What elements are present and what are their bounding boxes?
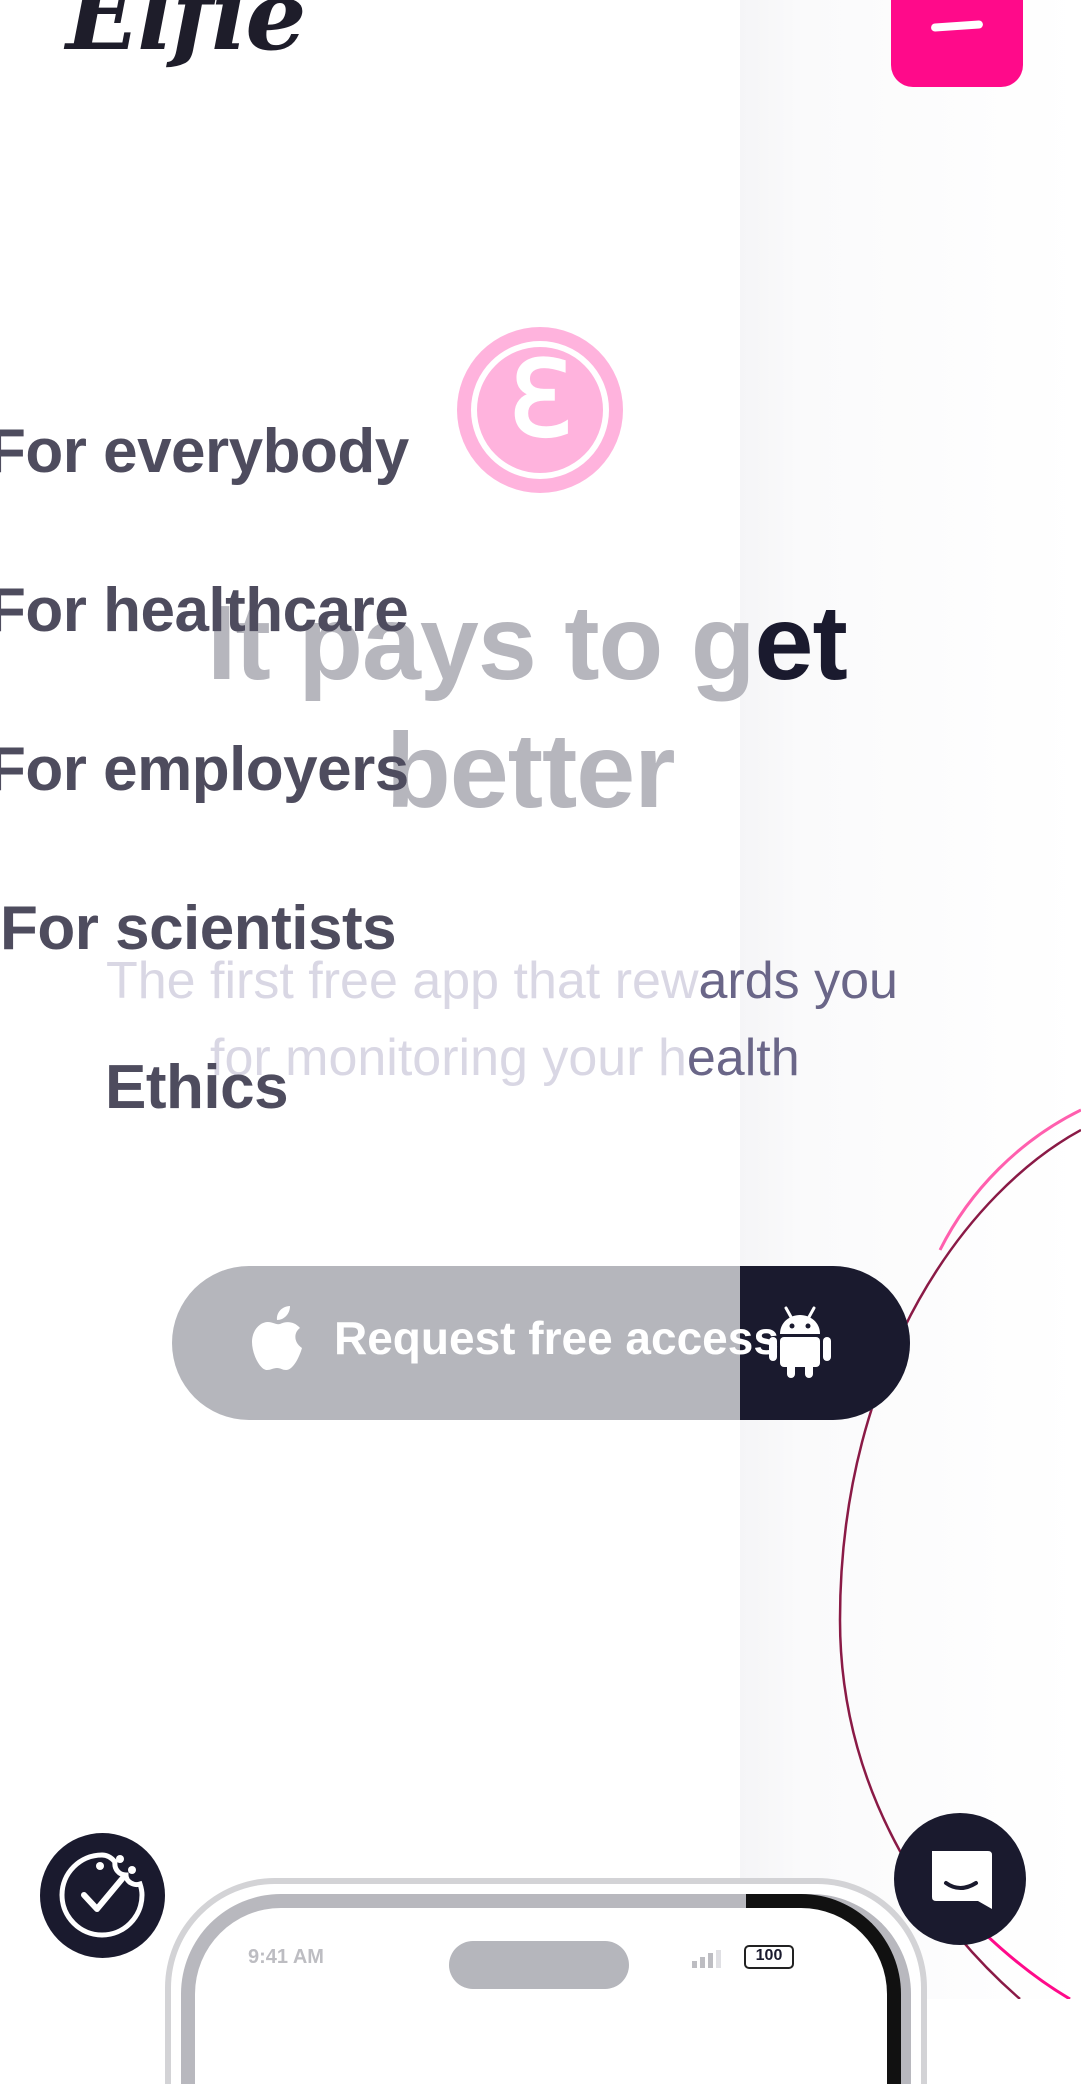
battery-level: 100 xyxy=(755,1947,783,1964)
cookie-check-icon xyxy=(59,1852,145,1938)
hero-title-line-2: better xyxy=(386,718,676,824)
apple-icon xyxy=(252,1306,302,1370)
phone-dynamic-island xyxy=(449,1941,629,1989)
hero-subtitle-line-2-dark: ealth xyxy=(686,1029,800,1087)
elfie-logo[interactable]: Elfie xyxy=(66,0,306,64)
elfie-coin-icon: ℇ xyxy=(457,327,623,493)
menu-bar-icon xyxy=(930,20,984,32)
chat-button[interactable] xyxy=(894,1813,1026,1945)
chat-icon xyxy=(932,1851,992,1909)
battery-icon: 100 xyxy=(744,1945,794,1969)
request-free-access-button[interactable]: Request free access xyxy=(172,1266,910,1420)
menu-item-for-everybody[interactable]: For everybody xyxy=(0,421,409,483)
cookie-settings-button[interactable] xyxy=(40,1833,165,1958)
menu-item-for-employers[interactable]: For employers xyxy=(0,739,409,801)
menu-item-ethics[interactable]: Ethics xyxy=(105,1057,289,1119)
menu-close-button[interactable] xyxy=(891,0,1023,87)
coin-symbol: ℇ xyxy=(508,337,572,460)
menu-item-for-healthcare[interactable]: For healthcare xyxy=(0,580,409,642)
hero-title-line-1-dark: et xyxy=(754,584,848,702)
hero-title-line-2-dim: better xyxy=(386,712,676,830)
phone-status-time: 9:41 AM xyxy=(248,1946,324,1968)
hero-subtitle-line-1-dark: ards you xyxy=(698,952,898,1010)
menu-item-for-scientists[interactable]: For scientists xyxy=(0,898,397,960)
cta-label: Request free access xyxy=(334,1312,779,1364)
signal-icon xyxy=(692,1950,721,1968)
android-icon xyxy=(769,1306,831,1378)
hero-subtitle-line-2: for monitoring your health xyxy=(210,1032,800,1084)
